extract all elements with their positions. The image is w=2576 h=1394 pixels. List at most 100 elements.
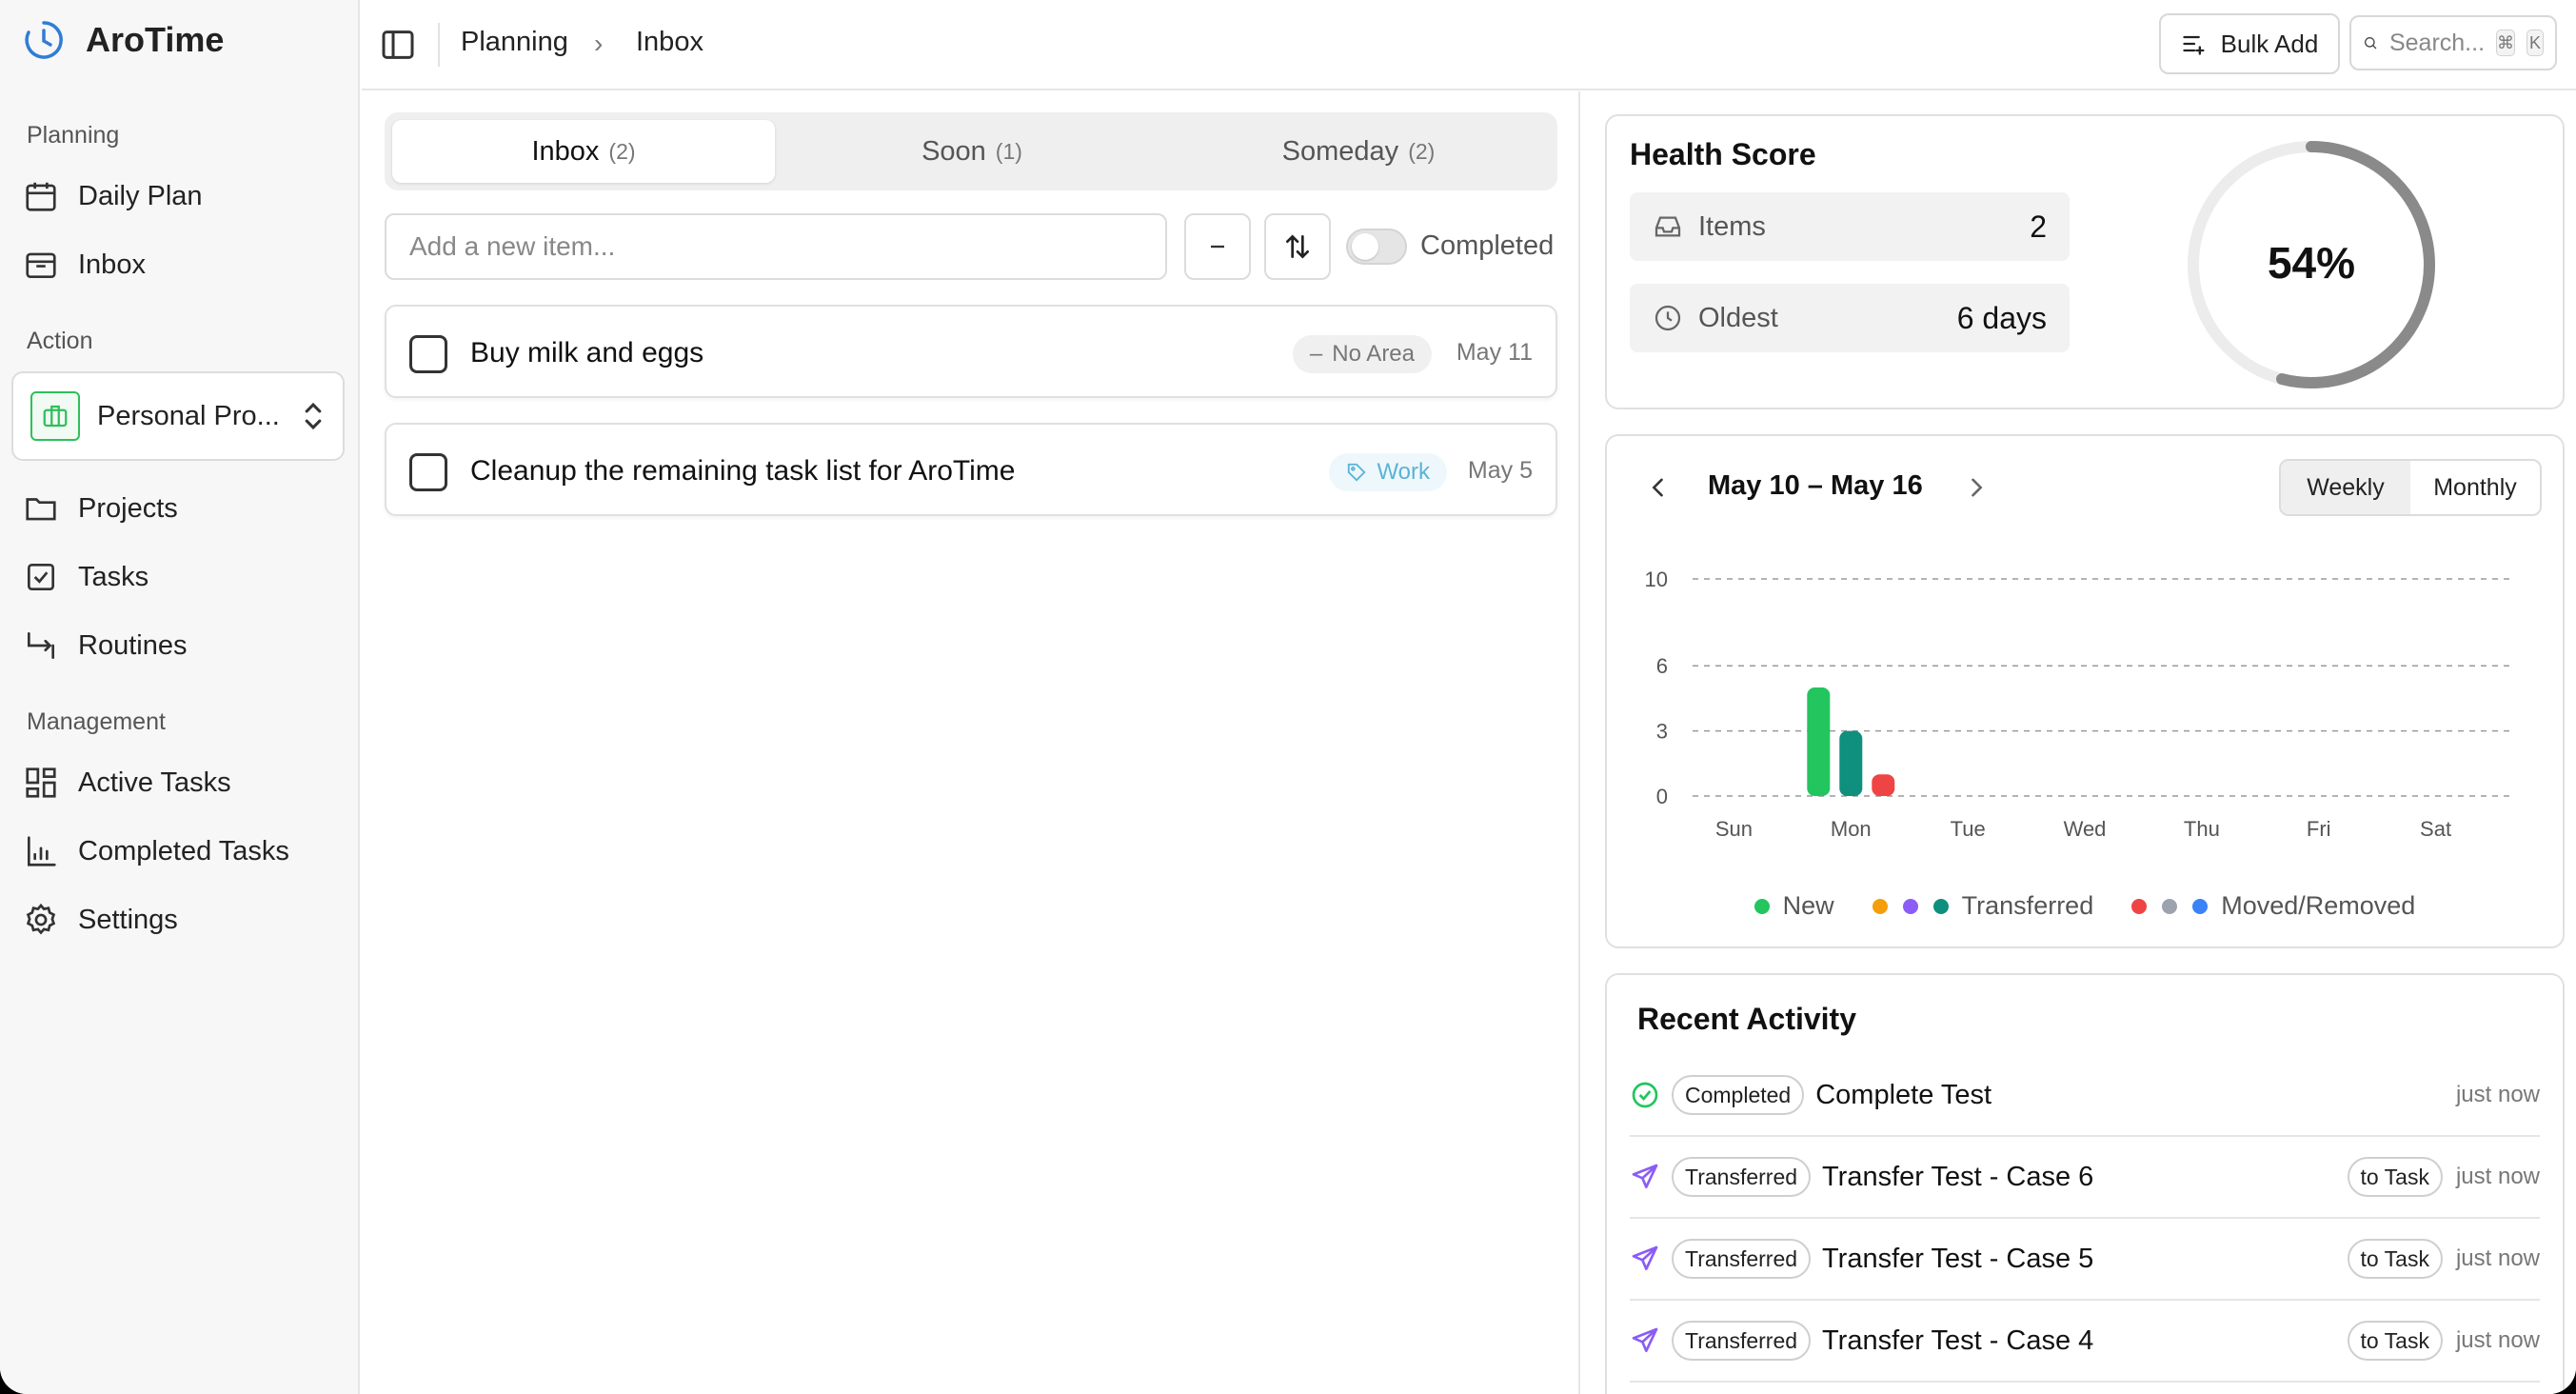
chevron-right-icon[interactable] [1963,474,1990,501]
x-tick-label: Tue [1951,817,1986,836]
chart-icon [27,836,56,866]
chart-legend: New Transferred Moved/Removed [1607,891,2563,921]
clock-logo-icon [25,21,63,59]
sidebar-item-inbox[interactable]: Inbox [23,238,146,291]
tab-someday[interactable]: Someday (2) [1167,120,1550,183]
item-date: May 11 [1456,339,1533,366]
legend-label: Transferred [1961,891,2094,920]
tab-soon[interactable]: Soon (1) [781,120,1163,183]
legend-dots [1872,898,1949,914]
x-tick-label: Sat [2420,817,2451,836]
tab-count: (1) [995,138,1022,164]
area-tag[interactable]: – No Area [1292,335,1432,373]
area-tag-label: Work [1377,459,1430,485]
tab-label: Soon [921,135,986,167]
brand[interactable]: AroTime [23,19,224,61]
activity-target: to Task [2347,1157,2443,1197]
sort-arrows-icon [1286,234,1309,259]
briefcase-icon [30,391,80,441]
item-checkbox[interactable] [409,453,447,491]
clock-icon [1655,305,1681,331]
activity-row[interactable]: Completed Complete Test just now [1630,1055,2540,1137]
y-tick-label: 0 [1656,785,1668,808]
activity-target: to Task [2347,1239,2443,1279]
activity-time: just now [2455,1082,2540,1107]
weekly-button[interactable]: Weekly [2281,461,2410,514]
sidebar-item-label: Tasks [78,561,149,592]
tab-inbox[interactable]: Inbox (2) [392,120,775,183]
area-tag-label: No Area [1332,341,1415,367]
dashboard-icon [26,767,56,798]
legend-dot [2162,898,2178,914]
bulk-add-button[interactable]: Bulk Add [2159,13,2340,74]
legend-dot [2192,898,2209,914]
legend-dots [1754,898,1770,914]
sidebar-item-tasks[interactable]: Tasks [23,550,149,604]
tab-label: Someday [1281,135,1399,167]
stat-items-value: 2 [2030,209,2047,244]
sidebar-item-routines[interactable]: Routines [23,619,187,672]
inbox-item[interactable]: Cleanup the remaining task list for AroT… [385,423,1557,516]
health-score-card: Health Score Items 2 Oldest 6 days 54% [1605,114,2565,409]
activity-row[interactable]: Transferred Transfer Test - Case 4 to Ta… [1630,1301,2540,1383]
sidebar-item-completed-tasks[interactable]: Completed Tasks [23,825,289,878]
sidebar-item-label: Daily Plan [78,180,203,211]
send-icon [1632,1245,1658,1270]
activity-row[interactable]: Transferred Transfer Test - Case 5 to Ta… [1630,1219,2540,1301]
collapse-button[interactable] [1184,213,1251,280]
monthly-button[interactable]: Monthly [2410,461,2540,514]
item-title: Cleanup the remaining task list for AroT… [470,455,1016,487]
list-add-icon [2183,35,2205,55]
activity-row[interactable]: Transferred Transfer Test - Case 6 to Ta… [1630,1137,2540,1219]
search-input[interactable]: Search... ⌘ K [2349,15,2557,70]
check-circle-icon [1632,1082,1658,1108]
period-toggle: Weekly Monthly [2279,459,2542,516]
activity-badge: Completed [1672,1075,1805,1115]
sidebar-item-settings[interactable]: Settings [23,893,178,946]
section-label-planning: Planning [27,122,120,149]
send-icon [1632,1327,1658,1352]
legend-dot [1872,898,1888,914]
activity-meta: to Task just now [2347,1239,2540,1279]
inbox-item[interactable]: Buy milk and eggs – No Area May 11 [385,305,1557,398]
sidebar-toggle-icon[interactable] [379,26,417,64]
search-placeholder: Search... [2388,29,2486,56]
search-icon [2364,37,2377,50]
add-item-input[interactable] [385,213,1167,280]
bar-moved-removed [1872,774,1895,796]
stat-items-label: Items [1698,210,1766,242]
y-tick-label: 6 [1656,654,1668,678]
toggle-knob [1352,233,1378,260]
completed-toggle[interactable] [1346,229,1407,265]
sort-button[interactable] [1264,213,1331,280]
inbox-tabs: Inbox (2) Soon (1) Someday (2) [385,112,1557,190]
area-tag[interactable]: Work [1329,453,1447,491]
checkbox-icon [27,563,55,591]
kbd-cmd: ⌘ [2496,30,2516,56]
activity-time: just now [2455,1327,2540,1353]
sidebar-item-active-tasks[interactable]: Active Tasks [23,756,231,809]
sidebar-item-daily-plan[interactable]: Daily Plan [23,169,203,223]
week-range: May 10 – May 16 [1708,470,1923,501]
y-tick-label: 3 [1656,720,1668,744]
sidebar-item-label: Settings [78,904,178,935]
legend-dot [1932,898,1949,914]
gear-icon [26,903,56,935]
breadcrumb-planning[interactable]: Planning [461,27,568,58]
chevron-left-icon[interactable] [1645,474,1672,501]
y-tick-label: 10 [1645,568,1668,591]
activity-badge: Transferred [1672,1321,1812,1361]
legend-label: New [1782,891,1834,920]
item-checkbox[interactable] [409,335,447,373]
completed-toggle-label: Completed [1420,230,1555,261]
sidebar-item-projects[interactable]: Projects [23,482,178,535]
sidebar-item-label: Active Tasks [78,767,231,798]
activity-title: Transfer Test - Case 4 [1822,1324,2094,1356]
stat-items: Items 2 [1630,192,2070,261]
activity-badge: Transferred [1672,1239,1812,1279]
bulk-add-label: Bulk Add [2220,29,2319,58]
inbox-icon [26,252,56,279]
project-select[interactable]: Personal Pro... [11,371,345,461]
activity-time: just now [2455,1164,2540,1189]
x-tick-label: Thu [2184,817,2220,836]
